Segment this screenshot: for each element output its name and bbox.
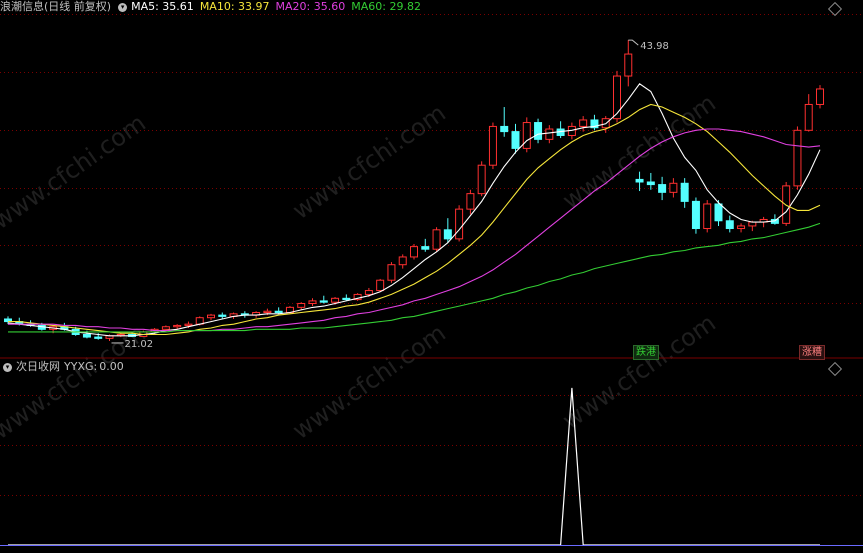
candle-body <box>398 256 407 266</box>
yyxg-line <box>8 387 820 546</box>
ma-legend-item-ma20: MA20: 35.60 <box>275 0 346 13</box>
sub-chart-header: ▾ 次日收网 YYXG: 0.00 <box>0 360 128 374</box>
watermark-text: www.cfchi.com <box>557 309 720 435</box>
ma-legend-item-ma10: MA10: 33.97 <box>199 0 270 13</box>
candle-body <box>613 75 621 120</box>
chevron-down-icon[interactable]: ▾ <box>118 2 128 12</box>
ma-legend-item-ma5: MA5: 35.61 <box>131 0 194 13</box>
ma-legend: MA5: 35.61 MA10: 33.97 MA20: 35.60 MA60: 29… <box>131 0 427 13</box>
candle-body <box>263 310 272 314</box>
candle-body <box>500 125 509 133</box>
candle-body <box>624 53 633 77</box>
candle-body <box>218 314 227 317</box>
candle-body <box>680 182 689 202</box>
candle-body <box>669 182 678 193</box>
sub-indicator-title: 次日收网 <box>16 360 60 373</box>
ma-line-ma20 <box>8 128 821 332</box>
candle-body <box>432 229 441 250</box>
candle-body <box>466 193 475 210</box>
candle-body <box>511 131 520 149</box>
candle-body <box>793 129 802 187</box>
sub-indicator-label: YYXG: <box>64 360 98 373</box>
main-chart-header: 浪潮信息(日线 前复权) ▾ MA5: 35.61 MA10: 33.97 MA20: … <box>0 0 431 14</box>
candle-body <box>364 290 373 295</box>
candle-body <box>545 128 554 140</box>
candle-body <box>455 208 464 240</box>
candle-body <box>376 279 385 292</box>
candle-body <box>443 229 452 240</box>
high-marker <box>628 39 639 46</box>
candle-body <box>387 264 396 281</box>
candle-body <box>522 122 531 149</box>
candle-body <box>161 326 170 330</box>
candle-body <box>703 203 712 230</box>
watermark-text: www.cfchi.com <box>0 319 151 445</box>
candle-body <box>274 310 283 314</box>
candle-body <box>477 164 486 195</box>
candle-body <box>635 178 644 183</box>
candlestick-series <box>4 40 824 341</box>
badge-up: 涨糟 <box>799 345 825 360</box>
candle-body <box>658 184 667 193</box>
candle-body <box>804 103 813 131</box>
candle-body <box>308 300 317 304</box>
watermark-text: www.cfchi.com <box>287 319 450 445</box>
candle-body <box>646 181 655 186</box>
candle-body <box>421 246 430 250</box>
watermark-text: www.cfchi.com <box>287 99 450 225</box>
ma-legend-item-ma60: MA60: 29.82 <box>351 0 421 13</box>
candle-body <box>714 203 723 222</box>
stock-title: 浪潮信息(日线 前复权) <box>0 0 112 13</box>
sub-indicator-panel <box>0 387 863 546</box>
badge-down: 跌港 <box>633 345 659 360</box>
candle-body <box>816 88 824 105</box>
chevron-down-icon[interactable]: ▾ <box>3 362 12 372</box>
candle-body <box>297 302 306 308</box>
candle-body <box>534 122 543 140</box>
candle-body <box>342 297 351 301</box>
watermark-text: www.cfchi.com <box>557 89 720 215</box>
candle-body <box>410 246 418 258</box>
candle-body <box>331 297 340 303</box>
candle-body <box>184 323 193 326</box>
candle-body <box>82 333 91 338</box>
candle-body <box>725 220 734 230</box>
candle-body <box>579 119 588 127</box>
sub-indicator-value: 0.00 <box>99 360 124 373</box>
watermark-text: www.cfchi.com <box>0 109 151 235</box>
low-label: 21.02 <box>125 339 154 350</box>
high-label: 43.98 <box>640 41 669 52</box>
watermark-layer: www.cfchi.com www.cfchi.com www.cfchi.com w… <box>0 89 721 445</box>
candle-body <box>319 300 328 303</box>
candle-body <box>737 225 746 230</box>
candle-body <box>488 125 497 166</box>
candle-body <box>94 336 103 339</box>
candle-body <box>691 200 700 230</box>
candle-body <box>207 314 215 319</box>
chart-canvas: www.cfchi.com www.cfchi.com www.cfchi.com w… <box>0 14 863 546</box>
candle-body <box>173 324 182 328</box>
